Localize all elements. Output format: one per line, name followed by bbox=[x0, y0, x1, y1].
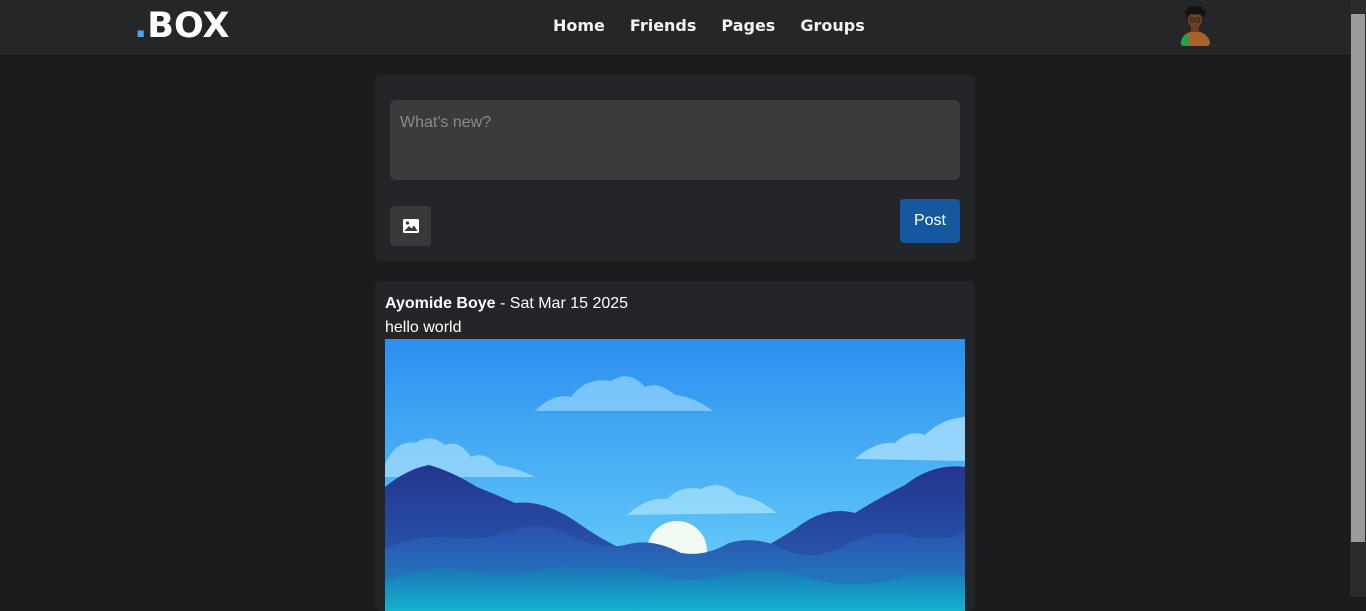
brand-logo[interactable]: .BOX bbox=[134, 6, 229, 46]
whats-new-input[interactable] bbox=[390, 100, 960, 180]
post-header: Ayomide Boye - Sat Mar 15 2025 bbox=[385, 295, 628, 313]
nav-friends-link[interactable]: Friends bbox=[630, 16, 697, 36]
logo-text: BOX bbox=[147, 6, 230, 46]
post-date: Sat Mar 15 2025 bbox=[509, 295, 629, 312]
nav-pages-link[interactable]: Pages bbox=[721, 16, 775, 36]
post-composer: Post bbox=[375, 75, 975, 261]
page-scrollbar[interactable] bbox=[1350, 0, 1366, 597]
top-navbar: .BOX Home Friends Pages Groups bbox=[0, 0, 1350, 54]
post-image[interactable] bbox=[385, 339, 965, 611]
add-image-button[interactable] bbox=[390, 206, 431, 246]
user-avatar[interactable] bbox=[1177, 5, 1213, 46]
post-text: hello world bbox=[385, 319, 462, 336]
image-icon bbox=[402, 219, 419, 233]
scrollbar-thumb[interactable] bbox=[1351, 14, 1365, 542]
avatar-icon bbox=[1180, 5, 1210, 46]
post-separator: - bbox=[495, 295, 510, 312]
main-nav: Home Friends Pages Groups bbox=[553, 16, 865, 36]
nav-home-link[interactable]: Home bbox=[553, 16, 605, 36]
nav-groups-link[interactable]: Groups bbox=[800, 16, 864, 36]
post-card: Ayomide Boye - Sat Mar 15 2025 hello wor… bbox=[375, 281, 975, 611]
post-button[interactable]: Post bbox=[900, 199, 960, 243]
logo-dot: . bbox=[134, 6, 148, 46]
post-author[interactable]: Ayomide Boye bbox=[385, 295, 496, 312]
